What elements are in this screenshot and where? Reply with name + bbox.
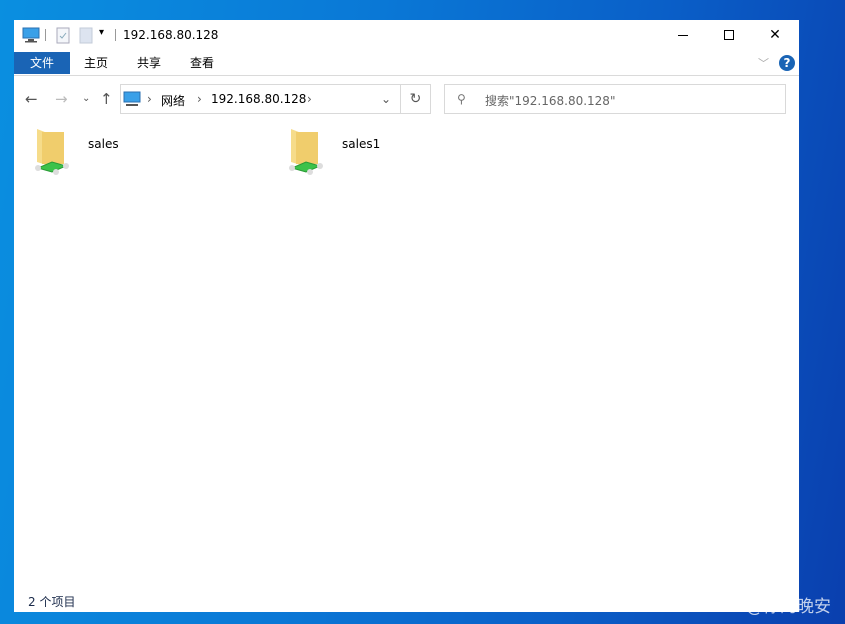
window-title: 192.168.80.128	[123, 28, 219, 42]
breadcrumb-chevron-icon: ›	[147, 92, 152, 106]
help-icon[interactable]: ?	[779, 55, 795, 71]
status-item-count: 2 个项目	[28, 595, 76, 609]
breadcrumb-network[interactable]: 网络	[161, 92, 185, 109]
maximize-icon	[724, 30, 734, 40]
breadcrumb-host[interactable]: 192.168.80.128	[211, 92, 306, 106]
refresh-icon: ↻	[409, 91, 422, 107]
separator	[115, 29, 116, 41]
maximize-button[interactable]	[706, 20, 752, 50]
customize-quick-access-icon[interactable]: ▾	[99, 27, 104, 38]
tab-view[interactable]: 查看	[190, 52, 214, 74]
expand-ribbon-icon[interactable]: ﹀	[758, 55, 769, 71]
minimize-button[interactable]	[660, 20, 706, 50]
network-folder-icon	[35, 129, 69, 175]
tab-file[interactable]: 文件	[14, 52, 70, 74]
address-bar[interactable]: › 网络 › 192.168.80.128 › ⌄	[120, 84, 401, 114]
up-icon[interactable]: ↑	[100, 90, 113, 108]
search-placeholder: 搜索"192.168.80.128"	[485, 94, 616, 108]
navigation-bar: ← → ⌄ ↑ › 网络 › 192.168.80.128 › ⌄ ↻ ⚲ 搜索…	[14, 84, 799, 114]
search-input[interactable]: ⚲ 搜索"192.168.80.128"	[444, 84, 786, 114]
address-dropdown-icon[interactable]: ⌄	[381, 92, 391, 106]
computer-icon	[22, 27, 40, 43]
recent-locations-icon[interactable]: ⌄	[82, 93, 90, 104]
share-folder-item[interactable]: sales	[32, 126, 232, 178]
tab-share[interactable]: 共享	[137, 52, 161, 74]
explorer-window: ▾ 192.168.80.128 ✕ 文件 主页 共享 查看 ﹀ ? ← → ⌄…	[14, 20, 799, 612]
separator	[45, 29, 46, 41]
breadcrumb-chevron-icon: ›	[197, 92, 202, 106]
share-folder-item[interactable]: sales1	[286, 126, 486, 178]
back-icon[interactable]: ←	[25, 90, 38, 108]
close-icon: ✕	[769, 27, 781, 43]
watermark: CSDN @你的晚安	[692, 597, 831, 617]
network-folder-icon	[289, 129, 323, 175]
forward-icon[interactable]: →	[55, 90, 68, 108]
minimize-icon	[678, 34, 688, 36]
tab-home[interactable]: 主页	[84, 52, 108, 74]
search-icon: ⚲	[457, 92, 466, 106]
title-bar: ▾ 192.168.80.128 ✕	[14, 20, 799, 50]
breadcrumb-chevron-icon: ›	[307, 92, 312, 106]
close-button[interactable]: ✕	[752, 20, 798, 50]
computer-icon	[123, 91, 141, 106]
ribbon: 文件 主页 共享 查看 ﹀ ?	[14, 52, 799, 76]
refresh-button[interactable]: ↻	[401, 84, 431, 114]
folder-name: sales	[88, 137, 119, 151]
folder-name: sales1	[342, 137, 381, 151]
new-folder-icon[interactable]	[79, 27, 93, 44]
properties-icon[interactable]	[56, 27, 70, 44]
